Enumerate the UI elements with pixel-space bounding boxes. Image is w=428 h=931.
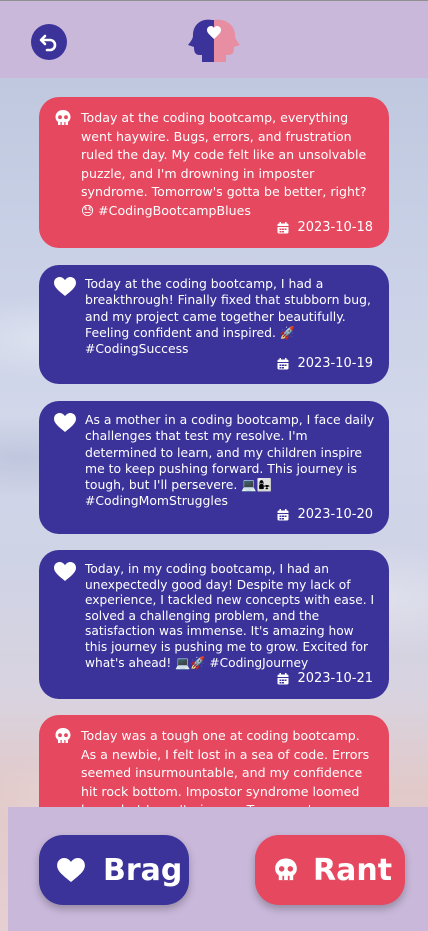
post-text: Today at the coding bootcamp, everything… (81, 110, 371, 218)
post-date-text: 2023-10-20 (297, 507, 373, 522)
heart-icon (54, 562, 76, 581)
skull-icon (55, 728, 71, 743)
back-arrow-icon (39, 34, 57, 52)
brag-post: Today, in my coding bootcamp, I had an u… (39, 550, 389, 699)
calendar-icon (277, 222, 289, 234)
post-date: 2023-10-21 (277, 671, 373, 687)
post-date: 2023-10-20 (277, 507, 373, 523)
post-text: Today was a tough one at coding bootcamp… (81, 728, 370, 807)
skull-icon (275, 858, 297, 881)
rant-post: Today was a tough one at coding bootcamp… (39, 715, 389, 807)
post-date-text: 2023-10-19 (297, 356, 373, 371)
skull-icon (55, 110, 71, 125)
calendar-icon (277, 509, 289, 521)
calendar-icon (277, 358, 289, 370)
post-date: 2023-10-18 (277, 219, 373, 238)
two-heads-heart-logo (188, 19, 240, 62)
rant-post: Today at the coding bootcamp, everything… (39, 97, 389, 248)
bottom-action-bar: Brag Rant (8, 807, 428, 931)
post-date: 2023-10-19 (277, 356, 373, 372)
brag-post: As a mother in a coding bootcamp, I face… (39, 401, 389, 534)
brag-post: Today at the coding bootcamp, I had a br… (39, 265, 389, 384)
heart-icon (54, 413, 76, 432)
heart-icon (54, 277, 76, 296)
heart-icon (57, 858, 85, 882)
post-date-text: 2023-10-18 (297, 220, 373, 235)
post-date-text: 2023-10-21 (297, 671, 373, 686)
rant-button[interactable]: Rant (255, 835, 405, 905)
post-text: Today at the coding bootcamp, I had a br… (85, 276, 375, 357)
top-bar (0, 0, 428, 78)
rant-button-label: Rant (313, 852, 393, 888)
brag-button[interactable]: Brag (39, 835, 189, 905)
posts-feed[interactable]: Today at the coding bootcamp, everything… (0, 78, 428, 807)
post-text: As a mother in a coding bootcamp, I face… (85, 412, 379, 509)
calendar-icon (277, 672, 289, 685)
post-text: Today, in my coding bootcamp, I had an u… (85, 562, 378, 670)
brag-button-label: Brag (103, 852, 183, 888)
back-button[interactable] (31, 24, 67, 60)
